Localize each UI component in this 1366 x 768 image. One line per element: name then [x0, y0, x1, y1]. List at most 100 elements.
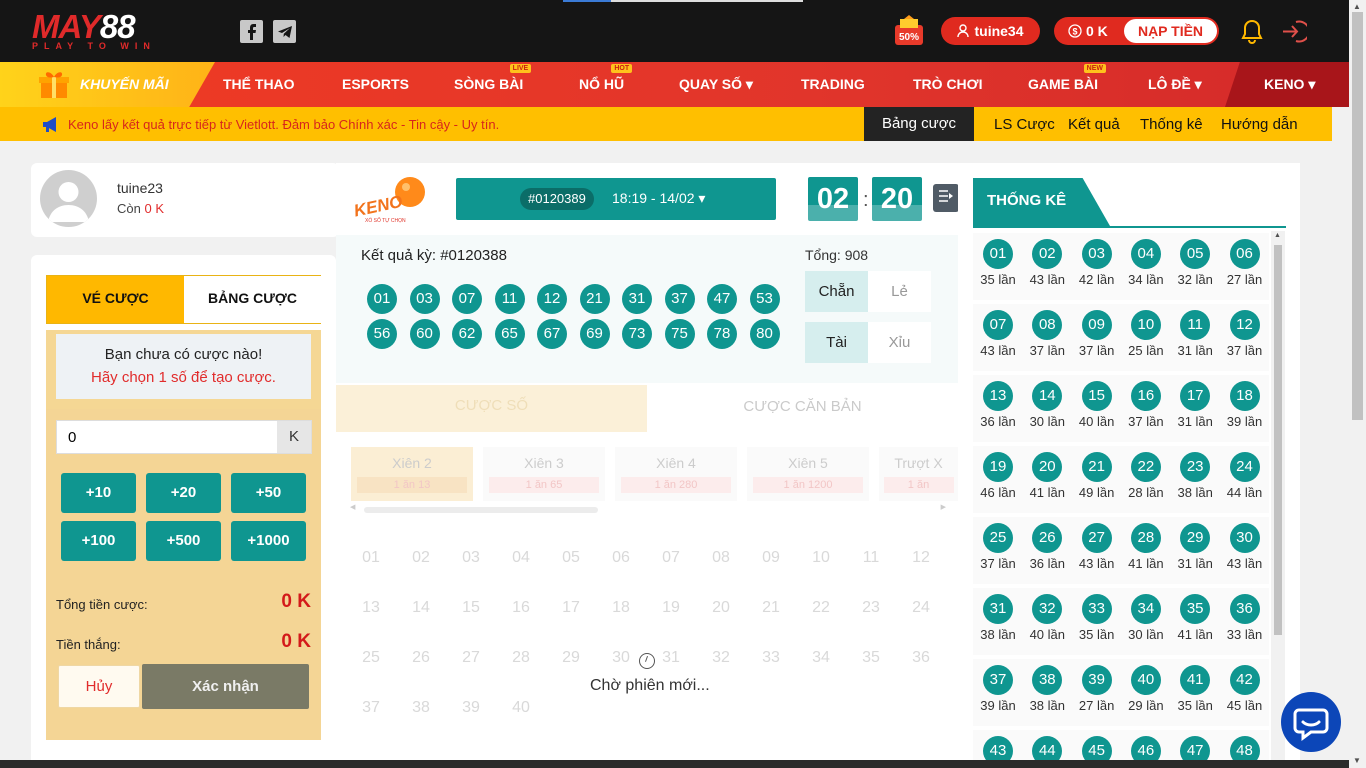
tab-ve-cuoc[interactable]: VÉ CƯỢC — [47, 276, 184, 323]
xien-option[interactable]: Xiên 21 ăn 13 — [351, 447, 473, 501]
quick-add-50-button[interactable]: +50 — [231, 473, 306, 513]
number-cell[interactable]: 34 — [806, 649, 836, 667]
number-cell[interactable]: 14 — [406, 599, 436, 617]
number-cell[interactable]: 09 — [756, 549, 786, 567]
statistics-scrollbar-thumb[interactable] — [1274, 245, 1282, 635]
user-account-button[interactable]: tuine34 — [941, 17, 1040, 45]
number-cell[interactable]: 29 — [556, 649, 586, 667]
nav-item-tro-choi[interactable]: TRÒ CHƠI — [913, 76, 983, 92]
nav-promotions[interactable]: KHUYẾN MÃI — [0, 62, 215, 107]
number-cell[interactable]: 07 — [656, 549, 686, 567]
number-cell[interactable]: 27 — [456, 649, 486, 667]
number-cell[interactable]: 21 — [756, 599, 786, 617]
page-scrollbar[interactable]: ▲ ▼ — [1349, 0, 1366, 768]
bet-amount-input[interactable] — [57, 421, 277, 453]
quick-add-20-button[interactable]: +20 — [146, 473, 221, 513]
number-cell[interactable]: 04 — [506, 549, 536, 567]
tab-thong-ke[interactable]: Thống kê — [1140, 116, 1203, 133]
page-scrollbar-thumb[interactable] — [1352, 12, 1363, 420]
tab-ls-cuoc[interactable]: LS Cược — [994, 116, 1055, 133]
scroll-left-arrow-icon[interactable]: ◀ — [350, 503, 355, 511]
number-cell[interactable]: 06 — [606, 549, 636, 567]
statistics-count: 39 lần — [1226, 414, 1263, 429]
scroll-down-arrow-icon[interactable]: ▼ — [1353, 756, 1361, 765]
tab-ket-qua[interactable]: Kết quả — [1068, 116, 1120, 133]
tab-huong-dan[interactable]: Hướng dẫn — [1221, 116, 1298, 133]
xien-scrollbar[interactable]: ◀ ▶ — [350, 503, 946, 513]
number-cell[interactable]: 38 — [406, 699, 436, 717]
balance-value: 0 K — [1086, 23, 1108, 39]
number-cell[interactable]: 25 — [356, 649, 386, 667]
number-cell[interactable]: 31 — [656, 649, 686, 667]
confirm-button[interactable]: Xác nhận — [142, 664, 309, 709]
number-cell[interactable]: 03 — [456, 549, 486, 567]
telegram-icon[interactable] — [273, 20, 296, 43]
cancel-button[interactable]: Hủy — [58, 665, 140, 708]
xien-option[interactable]: Xiên 31 ăn 65 — [483, 447, 605, 501]
history-menu-icon[interactable] — [933, 184, 959, 212]
nav-item-quay-so[interactable]: QUAY SỐ ▾ — [679, 76, 753, 93]
number-cell[interactable]: 26 — [406, 649, 436, 667]
number-cell[interactable]: 23 — [856, 599, 886, 617]
number-cell[interactable]: 12 — [906, 549, 936, 567]
tab-cuoc-can-ban[interactable]: CƯỢC CĂN BẢN — [647, 385, 958, 432]
number-cell[interactable]: 40 — [506, 699, 536, 717]
bell-icon[interactable] — [1240, 19, 1264, 45]
live-chat-button[interactable] — [1281, 692, 1341, 752]
xien-option[interactable]: Xiên 51 ăn 1200 — [747, 447, 869, 501]
number-cell[interactable]: 13 — [356, 599, 386, 617]
promo-50-badge-icon[interactable]: 50% — [892, 15, 926, 47]
nav-item-esports[interactable]: ESPORTS — [342, 76, 409, 92]
quick-add-1000-button[interactable]: +1000 — [231, 521, 306, 561]
number-cell[interactable]: 35 — [856, 649, 886, 667]
number-cell[interactable]: 28 — [506, 649, 536, 667]
nav-item-keno[interactable]: KENO ▾ — [1225, 62, 1349, 107]
bet-amount-field[interactable]: K — [56, 420, 312, 454]
number-cell[interactable]: 20 — [706, 599, 736, 617]
number-cell[interactable]: 19 — [656, 599, 686, 617]
number-cell[interactable]: 16 — [506, 599, 536, 617]
number-cell[interactable]: 17 — [556, 599, 586, 617]
scroll-up-arrow-icon[interactable]: ▲ — [1353, 2, 1361, 11]
quick-add-100-button[interactable]: +100 — [61, 521, 136, 561]
tab-cuoc-so[interactable]: CƯỢC SỐ — [336, 385, 647, 432]
number-cell[interactable]: 08 — [706, 549, 736, 567]
number-cell[interactable]: 30 — [606, 649, 636, 667]
nav-item-lo-de[interactable]: LÔ ĐỀ ▾ — [1148, 76, 1202, 93]
number-cell[interactable]: 33 — [756, 649, 786, 667]
number-cell[interactable]: 22 — [806, 599, 836, 617]
logout-icon[interactable] — [1280, 18, 1311, 45]
nav-item-trading[interactable]: TRADING — [801, 76, 865, 92]
result-tai: Tài — [805, 322, 868, 363]
number-cell[interactable]: 18 — [606, 599, 636, 617]
scroll-right-arrow-icon[interactable]: ▶ — [941, 503, 946, 511]
number-cell[interactable]: 10 — [806, 549, 836, 567]
nav-item-game-bai[interactable]: GAME BÀI NEW — [1028, 64, 1106, 92]
deposit-button[interactable]: NẠP TIỀN — [1124, 19, 1217, 43]
tab-bang-cuoc[interactable]: Bảng cược — [864, 107, 974, 141]
xien-option[interactable]: Xiên 41 ăn 280 — [615, 447, 737, 501]
statistics-scrollbar[interactable]: ▲ — [1271, 231, 1285, 768]
number-cell[interactable]: 39 — [456, 699, 486, 717]
scroll-up-arrow-icon[interactable]: ▲ — [1274, 232, 1281, 239]
nav-item-the-thao[interactable]: THỂ THAO — [223, 76, 295, 92]
number-cell[interactable]: 15 — [456, 599, 486, 617]
draw-selector[interactable]: #0120389 18:19 - 14/02 ▾ — [456, 178, 776, 220]
number-cell[interactable]: 05 — [556, 549, 586, 567]
nav-item-no-hu[interactable]: NỔ HŨ HOT — [579, 64, 633, 92]
site-logo[interactable]: MAY88 PLAY TO WIN — [32, 10, 177, 52]
number-cell[interactable]: 02 — [406, 549, 436, 567]
xien-option[interactable]: Trượt X1 ăn — [879, 447, 958, 501]
number-cell[interactable]: 32 — [706, 649, 736, 667]
tab-bang-cuoc-slip[interactable]: BẢNG CƯỢC — [184, 276, 321, 323]
xien-scrollbar-thumb[interactable] — [364, 507, 598, 513]
quick-add-10-button[interactable]: +10 — [61, 473, 136, 513]
number-cell[interactable]: 11 — [856, 549, 886, 567]
number-cell[interactable]: 36 — [906, 649, 936, 667]
facebook-icon[interactable] — [240, 20, 263, 43]
quick-add-500-button[interactable]: +500 — [146, 521, 221, 561]
number-cell[interactable]: 24 — [906, 599, 936, 617]
number-cell[interactable]: 01 — [356, 549, 386, 567]
number-cell[interactable]: 37 — [356, 699, 386, 717]
nav-item-song-bai[interactable]: SÒNG BÀI LIVE — [454, 64, 532, 92]
